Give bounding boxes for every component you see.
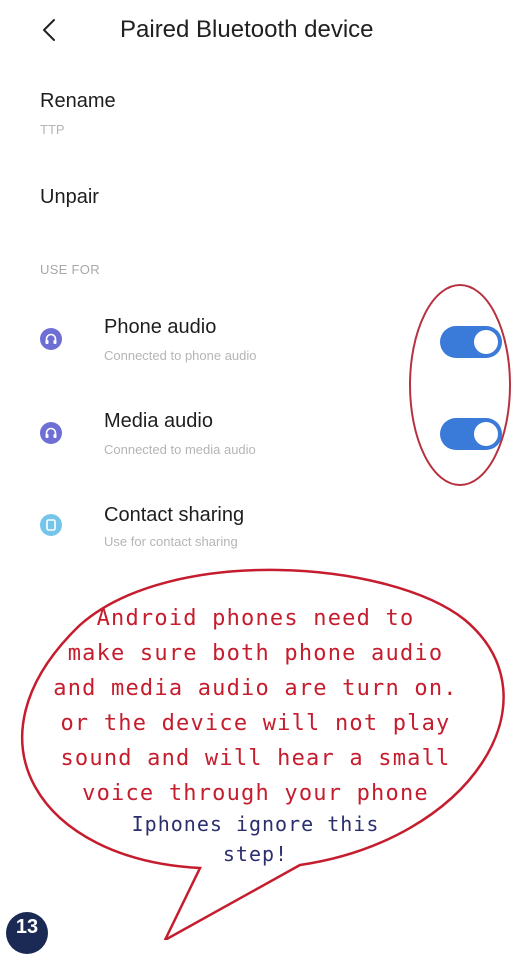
annotation-line-3: and media audio are turn on. [53, 676, 458, 701]
iphone-note-line-2: step! [222, 842, 289, 866]
annotation-line-5: sound and will hear a small [60, 746, 451, 771]
annotation-line-6: voice through your phone [82, 781, 429, 806]
annotation-line-1: Android phones need to [96, 606, 415, 631]
annotation-line-2: make sure both phone audio [67, 641, 444, 666]
step-number-badge: 13 [6, 912, 48, 954]
annotation-line-4: or the device will not play [60, 711, 451, 736]
highlight-ellipse [409, 284, 511, 486]
iphone-note-line-1: Iphones ignore this [131, 812, 380, 836]
